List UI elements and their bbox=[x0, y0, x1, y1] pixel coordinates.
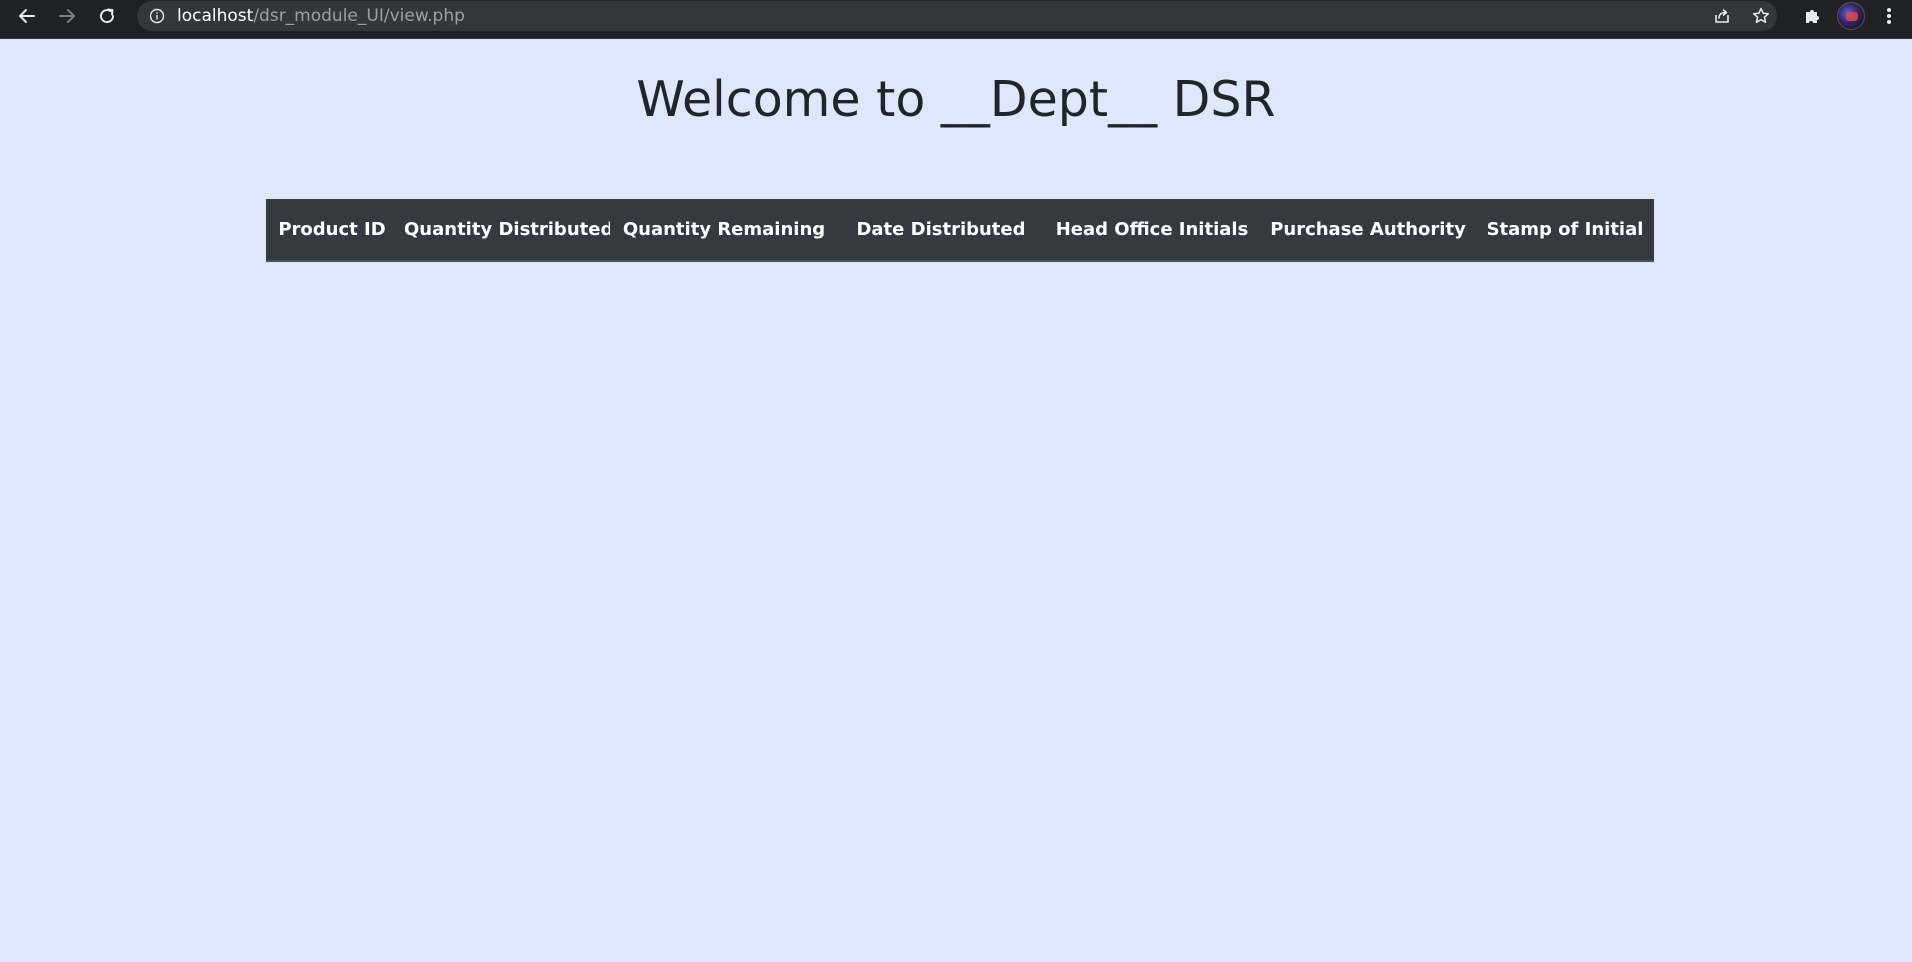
browser-menu-button[interactable] bbox=[1877, 2, 1901, 30]
profile-avatar[interactable] bbox=[1837, 2, 1865, 30]
arrow-right-icon bbox=[59, 9, 75, 23]
dsr-table-container: Product ID Quantity Distributed Quantity… bbox=[266, 199, 1654, 262]
dsr-table: Product ID Quantity Distributed Quantity… bbox=[266, 199, 1654, 262]
page-title: Welcome to __Dept__ DSR bbox=[636, 71, 1276, 128]
star-icon bbox=[1752, 7, 1770, 24]
column-header-product-id[interactable]: Product ID bbox=[266, 199, 398, 262]
url-host: localhost bbox=[177, 6, 254, 26]
kebab-menu-icon bbox=[1887, 8, 1891, 24]
forward-button[interactable] bbox=[49, 0, 85, 32]
column-header-quantity-remaining[interactable]: Quantity Remaining bbox=[610, 199, 838, 262]
extensions-button[interactable] bbox=[1797, 2, 1827, 30]
url-text[interactable]: localhost/dsr_module_UI/view.php bbox=[177, 5, 465, 27]
column-header-quantity-distributed[interactable]: Quantity Distributed bbox=[398, 199, 610, 262]
share-button[interactable] bbox=[1710, 5, 1734, 27]
puzzle-icon bbox=[1806, 10, 1819, 23]
bookmark-button[interactable] bbox=[1749, 5, 1773, 27]
address-bar[interactable]: localhost/dsr_module_UI/view.php bbox=[137, 1, 1777, 31]
browser-toolbar: localhost/dsr_module_UI/view.php bbox=[0, 0, 1912, 39]
reload-icon bbox=[100, 8, 115, 24]
url-path: /dsr_module_UI/view.php bbox=[253, 6, 465, 26]
arrow-left-icon bbox=[19, 9, 35, 23]
info-icon[interactable] bbox=[149, 8, 165, 24]
reload-button[interactable] bbox=[89, 0, 125, 32]
column-header-purchase-authority[interactable]: Purchase Authority bbox=[1260, 199, 1476, 262]
table-header-row: Product ID Quantity Distributed Quantity… bbox=[266, 199, 1654, 262]
back-button[interactable] bbox=[9, 0, 45, 32]
column-header-stamp-of-initial[interactable]: Stamp of Initial bbox=[1476, 199, 1654, 262]
column-header-date-distributed[interactable]: Date Distributed bbox=[838, 199, 1044, 262]
column-header-head-office-initials[interactable]: Head Office Initials bbox=[1044, 199, 1260, 262]
share-icon bbox=[1715, 9, 1729, 23]
